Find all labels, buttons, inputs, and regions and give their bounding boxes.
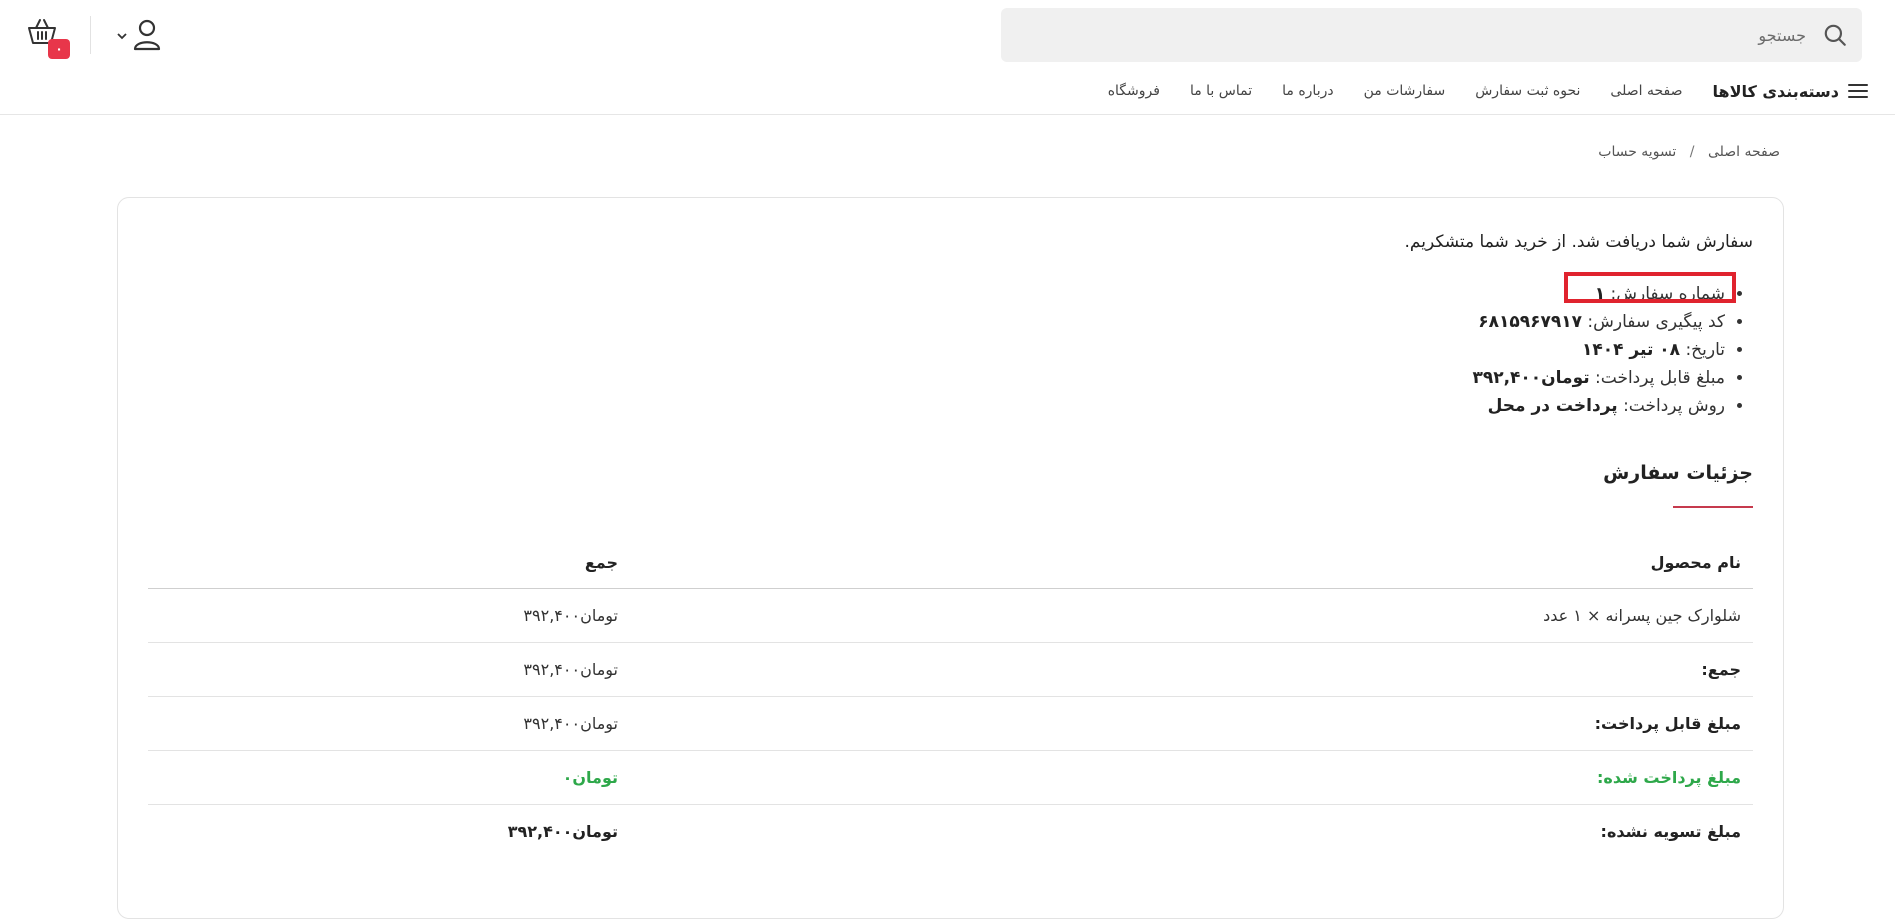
- breadcrumb: صفحه اصلی / تسویه حساب: [1598, 144, 1780, 160]
- order-payment-method-label: روش پرداخت:: [1623, 396, 1725, 416]
- search-icon[interactable]: [1822, 22, 1848, 48]
- nav-link-contact[interactable]: تماس با ما: [1190, 83, 1252, 99]
- menu-icon: [1848, 84, 1868, 98]
- nav-link-home[interactable]: صفحه اصلی: [1610, 83, 1682, 99]
- order-payment-method-item: روش پرداخت: پرداخت در محل: [1472, 392, 1725, 420]
- subtotal-label: جمع:: [1701, 660, 1741, 679]
- order-date-label: تاریخ:: [1685, 340, 1725, 360]
- header-divider: [90, 16, 91, 54]
- site-header: ۰ دسته‌بندی کالاها صفحه اصلی نحوه ثبت سف…: [0, 0, 1895, 115]
- table-row: مبلغ تسویه نشده: تومان۳۹۲,۴۰۰: [148, 805, 1753, 858]
- order-number-value: ۱: [1594, 284, 1606, 304]
- nav-link-shop[interactable]: فروشگاه: [1108, 83, 1160, 99]
- payable-amount-label: مبلغ قابل پرداخت:: [1594, 714, 1741, 733]
- user-menu-button[interactable]: [113, 18, 165, 54]
- order-date-value: ۰۸ تیر ۱۴۰۴: [1582, 340, 1681, 360]
- product-name-cell: شلوارک جین پسرانه × ۱ عدد: [1543, 606, 1741, 625]
- order-overview-list: شماره سفارش: ۱ کد پیگیری سفارش: ۶۸۱۵۹۶۷۹…: [1472, 280, 1753, 420]
- order-payable-label: مبلغ قابل پرداخت:: [1595, 368, 1725, 388]
- table-row: مبلغ قابل پرداخت: تومان۳۹۲,۴۰۰: [148, 697, 1753, 751]
- order-payment-method-value: پرداخت در محل: [1487, 396, 1618, 416]
- paid-amount-value: تومان۰: [562, 768, 618, 787]
- paid-amount-label: مبلغ پرداخت شده:: [1597, 768, 1741, 787]
- nav-link-about[interactable]: درباره ما: [1282, 83, 1333, 99]
- unsettled-amount-value: تومان۳۹۲,۴۰۰: [507, 822, 618, 841]
- order-number-label: شماره سفارش:: [1610, 284, 1725, 304]
- table-row: مبلغ پرداخت شده: تومان۰: [148, 751, 1753, 805]
- chevron-down-icon: [117, 33, 127, 40]
- unsettled-amount-label: مبلغ تسویه نشده:: [1600, 822, 1741, 841]
- breadcrumb-home[interactable]: صفحه اصلی: [1708, 144, 1780, 160]
- order-details-table: نام محصول جمع شلوارک جین پسرانه × ۱ عدد …: [148, 536, 1753, 858]
- payable-amount-value: تومان۳۹۲,۴۰۰: [523, 714, 618, 733]
- order-date-item: تاریخ: ۰۸ تیر ۱۴۰۴: [1472, 336, 1725, 364]
- search-box[interactable]: [1001, 8, 1862, 62]
- order-received-card: سفارش شما دریافت شد. از خرید شما متشکریم…: [117, 197, 1784, 919]
- subtotal-value: تومان۳۹۲,۴۰۰: [523, 660, 618, 679]
- table-row: جمع: تومان۳۹۲,۴۰۰: [148, 643, 1753, 697]
- cart-count-badge: ۰: [48, 39, 70, 59]
- product-total-cell: تومان۳۹۲,۴۰۰: [523, 606, 618, 625]
- order-details-title-underline: [1673, 506, 1753, 508]
- main-nav: دسته‌بندی کالاها صفحه اصلی نحوه ثبت سفار…: [1078, 78, 1869, 104]
- table-header-row: نام محصول جمع: [148, 536, 1753, 589]
- order-thanks-message: سفارش شما دریافت شد. از خرید شما متشکریم…: [1404, 232, 1754, 252]
- categories-menu[interactable]: دسته‌بندی کالاها: [1712, 82, 1869, 101]
- user-icon: [133, 19, 161, 51]
- nav-link-my-orders[interactable]: سفارشات من: [1364, 83, 1446, 99]
- order-tracking-item: کد پیگیری سفارش: ۶۸۱۵۹۶۷۹۱۷: [1472, 308, 1725, 336]
- breadcrumb-current: تسویه حساب: [1598, 144, 1677, 160]
- breadcrumb-separator: /: [1689, 144, 1695, 160]
- categories-label: دسته‌بندی کالاها: [1712, 81, 1839, 101]
- column-header-total: جمع: [584, 553, 618, 572]
- order-details-title: جزئیات سفارش: [1603, 462, 1753, 484]
- order-tracking-value: ۶۸۱۵۹۶۷۹۱۷: [1478, 312, 1582, 332]
- column-header-product-name: نام محصول: [1650, 553, 1741, 572]
- order-tracking-label: کد پیگیری سفارش:: [1587, 312, 1725, 332]
- order-payable-item: مبلغ قابل پرداخت: تومان۳۹۲,۴۰۰: [1472, 364, 1725, 392]
- order-number-item: شماره سفارش: ۱: [1472, 280, 1725, 308]
- order-payable-value: تومان۳۹۲,۴۰۰: [1472, 368, 1590, 388]
- nav-link-how-to-order[interactable]: نحوه ثبت سفارش: [1475, 83, 1580, 99]
- table-row: شلوارک جین پسرانه × ۱ عدد تومان۳۹۲,۴۰۰: [148, 589, 1753, 643]
- search-input[interactable]: [1046, 8, 1806, 62]
